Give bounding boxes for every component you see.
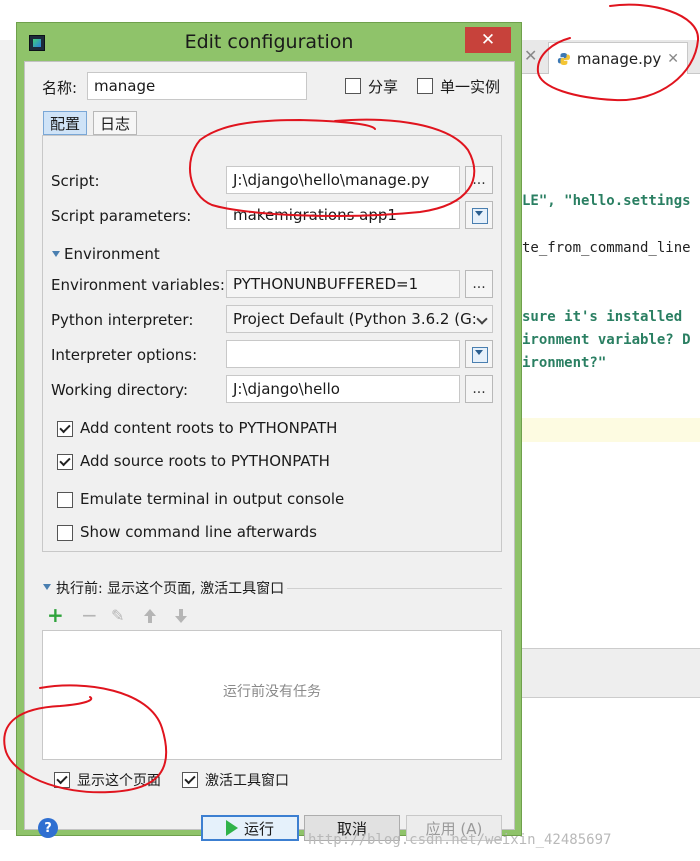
chevron-down-icon bbox=[476, 313, 488, 325]
python-interpreter-label: Python interpreter: bbox=[51, 311, 194, 329]
editor-bottom-panel bbox=[522, 648, 700, 698]
share-label: 分享 bbox=[368, 78, 399, 96]
env-vars-field[interactable]: PYTHONUNBUFFERED=1 bbox=[226, 270, 460, 298]
expand-params-icon[interactable] bbox=[465, 201, 493, 229]
activate-window-checkbox[interactable] bbox=[182, 772, 198, 788]
code-line: ironment?" bbox=[522, 355, 607, 371]
dialog-titlebar[interactable]: Edit configuration ✕ bbox=[17, 23, 521, 61]
script-params-label: Script parameters: bbox=[51, 207, 192, 225]
pycharm-app-icon bbox=[29, 35, 45, 51]
working-dir-label: Working directory: bbox=[51, 381, 189, 399]
emulate-terminal-label: Emulate terminal in output console bbox=[80, 490, 345, 508]
share-checkbox[interactable] bbox=[345, 78, 361, 94]
env-vars-browse-button[interactable]: ... bbox=[465, 270, 493, 298]
remove-task-icon[interactable]: − bbox=[81, 605, 98, 625]
code-line: sure it's installed bbox=[522, 309, 683, 325]
move-down-icon[interactable] bbox=[174, 608, 188, 624]
python-file-icon bbox=[557, 52, 570, 65]
source-roots-label: Add source roots to PYTHONPATH bbox=[80, 452, 330, 470]
editor-caret-row bbox=[522, 418, 700, 442]
script-params-field[interactable]: makemigrations app1 bbox=[226, 201, 460, 229]
run-button-label: 运行 bbox=[243, 819, 274, 838]
script-label: Script: bbox=[51, 172, 100, 190]
watermark: http://blog.csdn.net/weixin_42485697 bbox=[308, 832, 612, 848]
working-dir-field[interactable]: J:\django\hello bbox=[226, 375, 460, 403]
code-line: te_from_command_line bbox=[522, 240, 691, 256]
tab-logs[interactable]: 日志 bbox=[93, 111, 138, 135]
edit-task-icon[interactable]: ✎ bbox=[111, 606, 124, 626]
dialog-content: 名称: manage 分享 单一实例 配置 日志 Script: J:\djan… bbox=[24, 61, 515, 841]
script-browse-button[interactable]: ... bbox=[465, 166, 493, 194]
working-dir-browse-button[interactable]: ... bbox=[465, 375, 493, 403]
code-line: ironment variable? D bbox=[522, 332, 691, 348]
python-interpreter-value: Project Default (Python 3.6.2 (G: bbox=[233, 310, 477, 328]
empty-task-list-text: 运行前没有任务 bbox=[223, 684, 321, 700]
content-roots-label: Add content roots to PYTHONPATH bbox=[80, 419, 338, 437]
run-play-icon bbox=[225, 820, 238, 836]
edit-configuration-dialog: Edit configuration ✕ 名称: manage 分享 单一实例 … bbox=[16, 22, 522, 841]
source-roots-checkbox[interactable] bbox=[57, 454, 73, 470]
move-up-icon[interactable] bbox=[143, 608, 157, 624]
interpreter-options-label: Interpreter options: bbox=[51, 346, 198, 364]
prev-tab-close-icon[interactable]: ✕ bbox=[524, 46, 537, 65]
emulate-terminal-checkbox[interactable] bbox=[57, 492, 73, 508]
add-task-icon[interactable]: + bbox=[47, 605, 64, 625]
single-instance-checkbox[interactable] bbox=[417, 78, 433, 94]
script-field[interactable]: J:\django\hello\manage.py bbox=[226, 166, 460, 194]
editor-tab-close-icon[interactable]: ✕ bbox=[667, 51, 679, 67]
python-interpreter-select[interactable]: Project Default (Python 3.6.2 (G: bbox=[226, 305, 493, 333]
single-instance-label: 单一实例 bbox=[440, 78, 501, 96]
content-roots-checkbox[interactable] bbox=[57, 421, 73, 437]
editor-tab-manage-py[interactable]: manage.py ✕ bbox=[548, 42, 688, 74]
code-line: LE", "hello.settings bbox=[522, 193, 691, 209]
before-launch-separator bbox=[287, 588, 502, 589]
editor-left-strip bbox=[0, 40, 16, 830]
before-launch-title: 执行前: 显示这个页面, 激活工具窗口 bbox=[56, 581, 285, 597]
tab-config[interactable]: 配置 bbox=[43, 111, 88, 135]
help-icon[interactable]: ? bbox=[38, 818, 58, 838]
activate-window-label: 激活工具窗口 bbox=[205, 773, 289, 789]
before-launch-task-list[interactable]: 运行前没有任务 bbox=[42, 630, 502, 760]
environment-collapse-icon[interactable] bbox=[52, 251, 60, 257]
dialog-title: Edit configuration bbox=[184, 31, 354, 53]
dialog-close-button[interactable]: ✕ bbox=[465, 27, 511, 53]
before-launch-collapse-icon[interactable] bbox=[43, 584, 51, 590]
show-command-line-checkbox[interactable] bbox=[57, 525, 73, 541]
show-page-checkbox[interactable] bbox=[54, 772, 70, 788]
interpreter-options-field[interactable] bbox=[226, 340, 460, 368]
show-command-line-label: Show command line afterwards bbox=[80, 523, 317, 541]
expand-options-icon[interactable] bbox=[465, 340, 493, 368]
name-label: 名称: bbox=[42, 79, 78, 97]
name-field[interactable]: manage bbox=[87, 72, 307, 100]
run-button[interactable]: 运行 bbox=[201, 815, 299, 841]
show-page-label: 显示这个页面 bbox=[77, 773, 161, 789]
environment-section-label[interactable]: Environment bbox=[64, 245, 160, 263]
editor-tab-label: manage.py bbox=[576, 49, 662, 68]
env-vars-label: Environment variables: bbox=[51, 276, 225, 294]
